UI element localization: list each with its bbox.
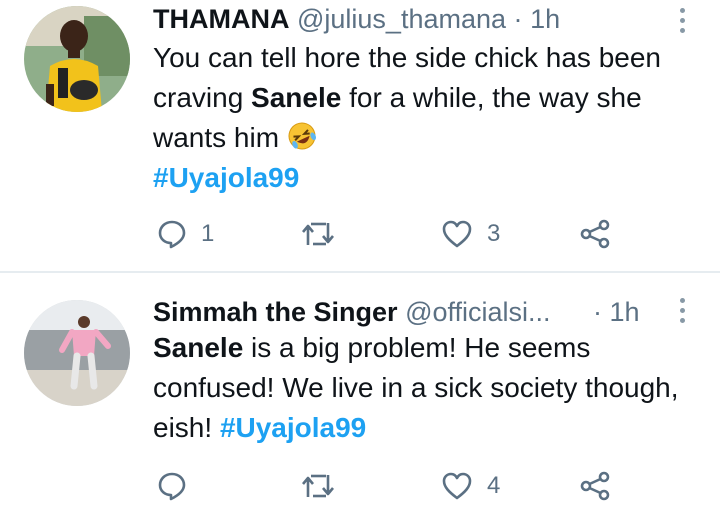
user-handle[interactable]: @julius_thamana xyxy=(297,4,506,34)
separator-dot: · xyxy=(513,4,523,34)
more-options-icon[interactable] xyxy=(678,298,686,326)
tweet-actions: 4 xyxy=(153,469,653,503)
separator-dot: · xyxy=(593,297,602,327)
like-button[interactable]: 3 xyxy=(441,217,500,251)
tweet[interactable]: THAMANA @julius_thamana · 1h You can tel… xyxy=(0,0,720,272)
heart-icon xyxy=(442,472,472,500)
reply-button[interactable] xyxy=(157,469,201,503)
retweet-button[interactable] xyxy=(301,469,349,503)
timestamp[interactable]: 1h xyxy=(610,297,640,327)
more-options-icon[interactable] xyxy=(678,8,686,36)
rolling-on-floor-laughing-emoji xyxy=(287,121,317,151)
tweet-actions: 1 3 xyxy=(153,217,653,251)
share-icon xyxy=(580,219,610,249)
reply-icon xyxy=(158,472,186,501)
tweet-text: Sanele is a big problem! He seems confus… xyxy=(153,328,698,448)
display-name[interactable]: Simmah the Singer xyxy=(153,297,398,327)
avatar[interactable] xyxy=(24,300,130,406)
timestamp[interactable]: 1h xyxy=(530,4,560,34)
reply-count: 1 xyxy=(201,220,215,247)
tweet-header: Simmah the Singer @officialsi... · 1h xyxy=(153,295,680,329)
bold-mention: Sanele xyxy=(251,82,342,113)
display-name[interactable]: THAMANA xyxy=(153,4,289,34)
tweet[interactable]: Simmah the Singer @officialsi... · 1h Sa… xyxy=(0,272,720,508)
user-handle[interactable]: @officialsi... xyxy=(405,297,550,327)
like-count: 4 xyxy=(487,472,501,499)
hashtag-link[interactable]: #Uyajola99 xyxy=(153,162,299,193)
share-icon xyxy=(580,471,610,501)
reply-button[interactable]: 1 xyxy=(157,217,214,251)
hashtag-link[interactable]: #Uyajola99 xyxy=(220,412,366,443)
heart-icon xyxy=(442,220,472,248)
retweet-icon xyxy=(302,474,334,498)
tweet-text: You can tell hore the side chick has bee… xyxy=(153,38,698,198)
retweet-icon xyxy=(302,222,334,246)
share-button[interactable] xyxy=(579,217,611,251)
reply-icon xyxy=(158,220,186,249)
tweet-header: THAMANA @julius_thamana · 1h xyxy=(153,2,680,36)
like-button[interactable]: 4 xyxy=(441,469,500,503)
retweet-button[interactable] xyxy=(301,217,349,251)
bold-mention: Sanele xyxy=(153,332,244,363)
like-count: 3 xyxy=(487,220,501,247)
share-button[interactable] xyxy=(579,469,611,503)
avatar[interactable] xyxy=(24,6,130,112)
